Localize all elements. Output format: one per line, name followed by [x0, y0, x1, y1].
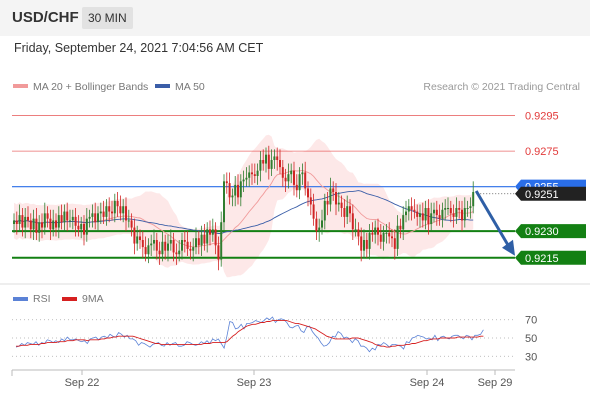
- legend-ma50: MA 50: [155, 81, 205, 93]
- level-label-support: 0.9230: [515, 224, 586, 239]
- copyright-text: Research © 2021 Trading Central: [423, 81, 580, 93]
- rsi-tick-label: 30: [525, 351, 537, 363]
- level-label-last: 0.9251: [515, 186, 586, 201]
- legend-9ma: 9MA: [62, 293, 104, 305]
- legend-ma50-label: MA 50: [175, 81, 205, 93]
- time-tick-label: Sep 22: [65, 377, 100, 389]
- legend-ma20-label: MA 20 + Bollinger Bands: [33, 81, 148, 93]
- level-label-text: 0.9295: [525, 111, 559, 123]
- rsi-ma-line: [16, 320, 484, 348]
- chart-canvas: MA 20 + Bollinger Bands MA 50 Research ©…: [0, 81, 590, 389]
- level-label-text: 0.9251: [525, 189, 559, 201]
- legend-rsi: RSI: [13, 293, 51, 305]
- legend-ma20-swatch: [13, 84, 28, 88]
- legend-ma50-swatch: [155, 84, 170, 88]
- candle: [225, 172, 228, 194]
- time-tick-label: Sep 24: [410, 377, 445, 389]
- legend-9ma-label: 9MA: [82, 293, 104, 305]
- level-label-text: 0.9275: [525, 146, 559, 158]
- rsi-tick-label: 50: [525, 333, 537, 345]
- level-label-resistance: 0.9295: [525, 111, 559, 123]
- level-label-support: 0.9215: [515, 250, 586, 265]
- bollinger-band: [14, 134, 474, 278]
- level-label-resistance: 0.9275: [525, 146, 559, 158]
- level-label-text: 0.9215: [525, 253, 559, 265]
- rsi-tick-label: 70: [525, 315, 537, 327]
- time-tick-label: Sep 29: [478, 377, 513, 389]
- legend-rsi-swatch: [13, 297, 28, 301]
- time-tick-label: Sep 23: [237, 377, 272, 389]
- forecast-arrow: [474, 190, 515, 256]
- level-label-text: 0.9230: [525, 226, 559, 238]
- legend-9ma-swatch: [62, 297, 77, 301]
- rsi-line: [15, 316, 484, 353]
- legend-ma20: MA 20 + Bollinger Bands: [13, 81, 148, 93]
- legend-rsi-label: RSI: [33, 293, 51, 305]
- candle: [220, 211, 223, 267]
